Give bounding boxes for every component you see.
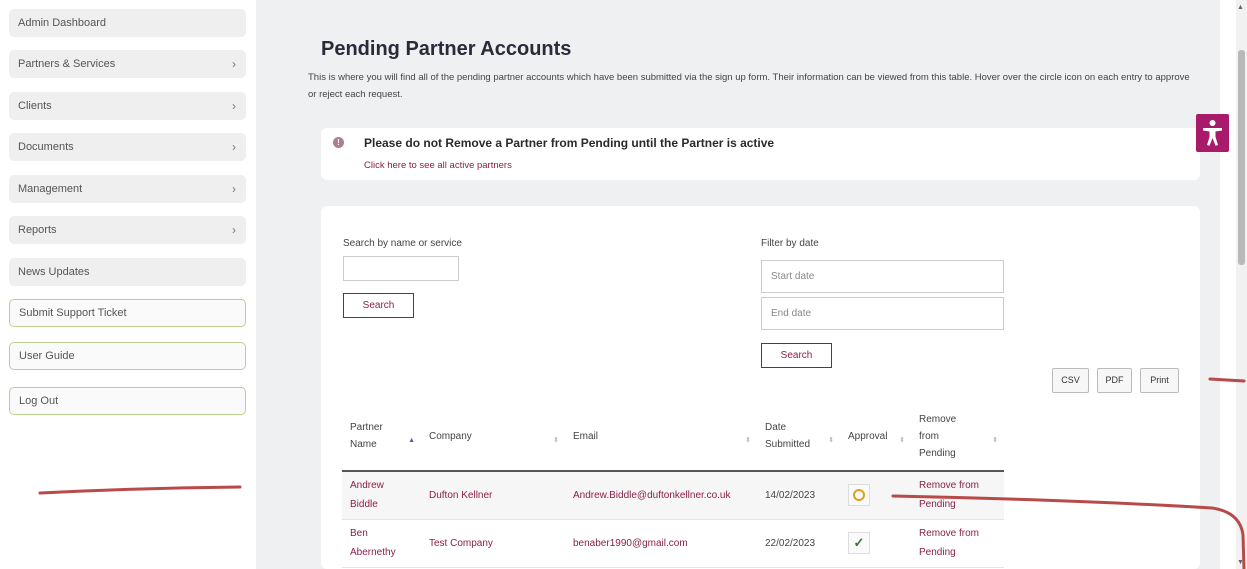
sidebar-item-submit-support-ticket[interactable]: Submit Support Ticket <box>9 299 246 327</box>
sort-asc-icon: ▲ <box>408 437 415 444</box>
sidebar-item-label: Partners & Services <box>18 58 116 70</box>
email-link[interactable]: Andrew.Biddle@duftonkellner.co.uk <box>565 471 757 520</box>
column-header-remove[interactable]: Remove from Pending ⬍ <box>911 402 1004 472</box>
checkmark-icon: ✓ <box>853 535 865 550</box>
info-icon: ! <box>333 137 344 148</box>
scroll-down-icon[interactable]: ▼ <box>1237 559 1244 566</box>
chevron-right-icon: › <box>232 99 236 113</box>
filter-search-button[interactable]: Search <box>761 343 832 368</box>
search-button[interactable]: Search <box>343 293 414 318</box>
sidebar-item-management[interactable]: Management › <box>9 175 246 203</box>
page-scrollbar[interactable]: ▲ ▼ <box>1236 0 1247 569</box>
column-header-partner-name[interactable]: Partner Name ▲ <box>342 402 421 472</box>
sidebar-item-news-updates[interactable]: News Updates <box>9 258 246 286</box>
email-link[interactable]: benaber1990@gmail.com <box>565 519 757 568</box>
filter-date-label: Filter by date <box>761 238 819 249</box>
sidebar-item-documents[interactable]: Documents › <box>9 133 246 161</box>
page-description: This is where you will find all of the p… <box>308 72 1190 100</box>
sidebar-item-reports[interactable]: Reports › <box>9 216 246 244</box>
table-row: Andrew Biddle Dufton Kellner Andrew.Bidd… <box>342 471 1004 520</box>
accessibility-icon <box>1203 120 1222 146</box>
pdf-button[interactable]: PDF <box>1097 368 1132 393</box>
sort-icon: ⬍ <box>992 437 998 444</box>
chevron-right-icon: › <box>232 140 236 154</box>
sidebar-item-admin-dashboard[interactable]: Admin Dashboard <box>9 9 246 37</box>
column-header-approval[interactable]: Approval ⬍ <box>840 402 911 472</box>
notice-banner: ! Please do not Remove a Partner from Pe… <box>321 128 1200 180</box>
scroll-thumb[interactable] <box>1238 50 1245 265</box>
sidebar-item-label: News Updates <box>18 266 90 278</box>
company-link[interactable]: Test Company <box>421 519 565 568</box>
chevron-right-icon: › <box>232 182 236 196</box>
chevron-right-icon: › <box>232 57 236 71</box>
main-content: Pending Partner Accounts This is where y… <box>256 0 1220 569</box>
sidebar-item-label: Submit Support Ticket <box>19 307 127 319</box>
approval-cell: ✓ <box>840 519 911 568</box>
search-input[interactable] <box>343 256 459 281</box>
scroll-up-icon[interactable]: ▲ <box>1237 4 1244 11</box>
remove-from-pending-link[interactable]: Remove from Pending <box>911 519 1004 568</box>
accessibility-button[interactable] <box>1196 114 1229 152</box>
sidebar-item-partners-services[interactable]: Partners & Services › <box>9 50 246 78</box>
print-button[interactable]: Print <box>1140 368 1179 393</box>
column-header-email[interactable]: Email ⬍ <box>565 402 757 472</box>
partner-name-link[interactable]: Ben Abernethy <box>342 519 421 568</box>
active-partners-link[interactable]: Click here to see all active partners <box>364 160 512 171</box>
sort-icon: ⬍ <box>899 437 905 444</box>
sidebar-item-label: Log Out <box>19 395 59 407</box>
sidebar-item-label: Documents <box>18 141 74 153</box>
end-date-input[interactable]: End date <box>761 297 1004 330</box>
notice-message: Please do not Remove a Partner from Pend… <box>364 136 775 150</box>
sidebar-item-label: User Guide <box>19 350 75 362</box>
chevron-right-icon: › <box>232 223 236 237</box>
company-link[interactable]: Dufton Kellner <box>421 471 565 520</box>
sidebar-item-log-out[interactable]: Log Out <box>9 387 246 415</box>
pending-partners-card: Search by name or service Search Filter … <box>321 206 1200 569</box>
pending-circle-icon <box>853 488 865 501</box>
sidebar-item-clients[interactable]: Clients › <box>9 92 246 120</box>
sidebar-item-label: Admin Dashboard <box>18 17 107 29</box>
page-title: Pending Partner Accounts <box>321 38 572 60</box>
approval-toggle[interactable] <box>848 484 870 507</box>
column-header-date-submitted[interactable]: Date Submitted ⬍ <box>757 402 840 472</box>
approval-toggle[interactable]: ✓ <box>848 532 870 554</box>
sort-icon: ⬍ <box>828 437 834 444</box>
sidebar-item-label: Reports <box>18 224 57 236</box>
date-cell: 14/02/2023 <box>757 471 840 520</box>
remove-from-pending-link[interactable]: Remove from Pending <box>911 471 1004 520</box>
sidebar-item-label: Management <box>18 183 83 195</box>
approval-cell <box>840 471 911 520</box>
sidebar-item-user-guide[interactable]: User Guide <box>9 342 246 370</box>
partner-name-link[interactable]: Andrew Biddle <box>342 471 421 520</box>
sidebar-item-label: Clients <box>18 100 52 112</box>
sort-icon: ⬍ <box>745 437 751 444</box>
sort-icon: ⬍ <box>553 437 559 444</box>
table-row: Ben Abernethy Test Company benaber1990@g… <box>342 519 1004 568</box>
start-date-input[interactable]: Start date <box>761 260 1004 293</box>
date-cell: 22/02/2023 <box>757 519 840 568</box>
search-label: Search by name or service <box>343 238 462 249</box>
column-header-company[interactable]: Company ⬍ <box>421 402 565 472</box>
pending-partners-table: Partner Name ▲ Company ⬍ Email ⬍ Date Su… <box>342 402 1004 568</box>
csv-button[interactable]: CSV <box>1052 368 1089 393</box>
sidebar: Admin Dashboard Partners & Services › Cl… <box>0 0 256 569</box>
